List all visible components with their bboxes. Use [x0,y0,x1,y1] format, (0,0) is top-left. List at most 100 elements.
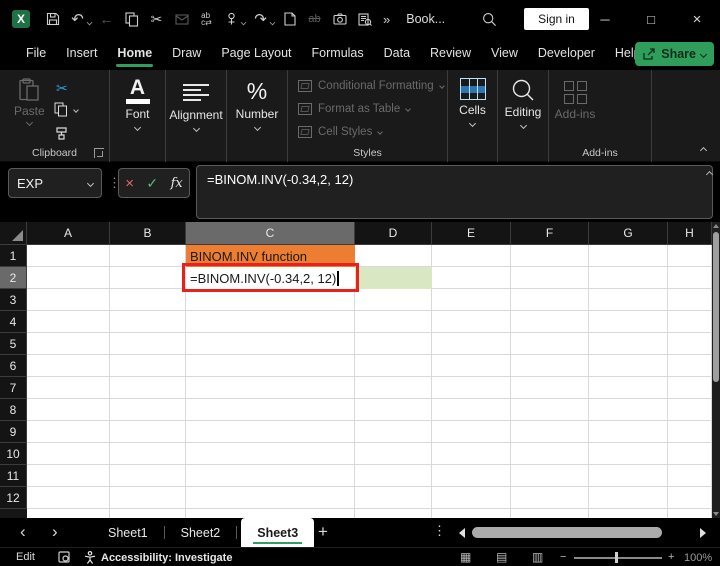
sheet-tab-sheet2[interactable]: Sheet2 [165,518,237,547]
hscroll-right-icon[interactable] [700,528,706,538]
macro-record-icon[interactable] [58,551,70,566]
save-icon[interactable] [40,6,65,32]
replace-icon[interactable]: ab c⇄ [194,6,219,32]
column-header-D[interactable]: D [355,222,432,245]
column-header-G[interactable]: G [589,222,668,245]
cell-C2[interactable]: =BINOM.INV(-0.34,2, 12) [186,267,355,289]
tab-home[interactable]: Home [107,39,162,69]
horizontal-scrollbar[interactable] [470,527,694,538]
row-header-2[interactable]: 2 [0,267,27,289]
formula-bar-input[interactable]: =BINOM.INV(-0.34,2, 12) [196,165,713,219]
insert-function-icon[interactable]: fx [171,176,183,191]
font-button[interactable]: A Font [110,77,165,132]
tab-data[interactable]: Data [374,39,420,69]
paste-button[interactable]: Paste [14,78,45,127]
previous-sheet-icon[interactable]: ‹ [20,523,26,541]
close-button[interactable]: × [674,0,720,38]
format-painter-icon[interactable] [55,126,69,140]
tab-formulas[interactable]: Formulas [302,39,374,69]
alignment-button[interactable]: Alignment [166,78,226,133]
page-break-preview-icon[interactable]: ▥ [532,550,543,564]
scroll-up-icon[interactable] [713,224,719,228]
tab-page-layout[interactable]: Page Layout [211,39,301,69]
tab-developer[interactable]: Developer [528,39,605,69]
zoom-in-icon[interactable]: + [668,551,674,563]
zoom-out-icon[interactable]: − [560,551,566,563]
column-header-A[interactable]: A [27,222,110,245]
row-header-1[interactable]: 1 [0,245,27,267]
conditional-formatting-button[interactable]: Conditional Formatting [298,80,445,92]
page-layout-view-icon[interactable]: ▤ [496,550,507,564]
touch-mode-icon[interactable] [219,6,244,32]
tab-view[interactable]: View [481,39,528,69]
cell-styles-button[interactable]: Cell Styles [298,126,384,138]
enter-icon[interactable]: ✓ [146,175,158,192]
horizontal-scrollbar-thumb[interactable] [472,527,662,538]
column-header-F[interactable]: F [511,222,589,245]
column-header-E[interactable]: E [432,222,511,245]
cell-D2[interactable] [355,267,432,289]
column-header-H[interactable]: H [668,222,712,245]
editing-button[interactable]: Editing [498,78,548,130]
copy-icon[interactable] [119,6,144,32]
cut-icon[interactable]: ✂ [56,80,68,97]
row-header-5[interactable]: 5 [0,333,27,355]
tab-file[interactable]: File [16,39,56,69]
column-header-B[interactable]: B [110,222,186,245]
accessibility-status[interactable]: Accessibility: Investigate [84,551,232,564]
undo-dropdown-icon[interactable] [86,19,93,25]
row-header-6[interactable]: 6 [0,355,27,377]
sheet-options-icon[interactable]: ⋮ [433,523,446,539]
normal-view-icon[interactable]: ▦ [460,550,471,564]
name-box-dropdown-icon[interactable] [86,179,95,187]
tab-review[interactable]: Review [420,39,481,69]
hscroll-left-icon[interactable] [459,528,465,538]
column-header-C[interactable]: C [186,222,355,245]
touch-mode-dropdown-icon[interactable] [240,19,247,25]
copy-icon[interactable] [54,102,79,117]
row-header-8[interactable]: 8 [0,399,27,421]
undo-icon[interactable]: ↶ [65,6,90,32]
minimize-button[interactable]: ─ [582,0,628,38]
sheet-tab-sheet1[interactable]: Sheet1 [92,518,164,547]
name-box[interactable]: EXP [8,168,102,198]
format-as-table-button[interactable]: Format as Table [298,103,412,115]
zoom-slider-handle[interactable] [615,552,618,563]
row-header-4[interactable]: 4 [0,311,27,333]
row-header-12[interactable]: 12 [0,487,27,509]
next-sheet-icon[interactable]: › [52,523,58,541]
overflow-icon[interactable]: » [383,12,390,27]
scroll-down-icon[interactable] [713,512,719,516]
redo-dropdown-icon[interactable] [269,19,276,25]
share-button[interactable]: Share [635,42,714,66]
tab-insert[interactable]: Insert [56,39,107,69]
cut-icon[interactable]: ✂ [144,6,169,32]
cancel-icon[interactable]: × [125,175,134,192]
new-file-icon[interactable] [277,6,302,32]
addins-button[interactable]: Add-ins [549,78,601,121]
select-all-button[interactable] [0,222,27,245]
zoom-slider[interactable] [574,557,662,559]
row-header-11[interactable]: 11 [0,465,27,487]
row-header-7[interactable]: 7 [0,377,27,399]
zoom-level[interactable]: 100% [684,552,712,564]
sign-in-button[interactable]: Sign in [524,8,589,30]
sheet-tab-sheet3[interactable]: Sheet3 [241,518,315,547]
preview-icon[interactable] [352,6,377,32]
tab-draw[interactable]: Draw [162,39,211,69]
cell-C1[interactable]: BINOM.INV function [186,245,355,267]
maximize-button[interactable]: □ [628,0,674,38]
vertical-scrollbar[interactable] [712,222,720,518]
search-icon[interactable] [477,6,502,32]
clipboard-dialog-launcher-icon[interactable] [94,148,104,158]
add-sheet-button[interactable]: + [318,522,328,542]
row-header-3[interactable]: 3 [0,289,27,311]
redo-icon[interactable]: ↷ [248,6,273,32]
row-header-10[interactable]: 10 [0,443,27,465]
row-header-9[interactable]: 9 [0,421,27,443]
collapse-ribbon-icon[interactable] [699,146,708,155]
number-button[interactable]: % Number [227,78,287,132]
camera-icon[interactable] [327,6,352,32]
cells-button[interactable]: Cells [448,78,497,128]
vertical-scrollbar-thumb[interactable] [713,232,719,382]
